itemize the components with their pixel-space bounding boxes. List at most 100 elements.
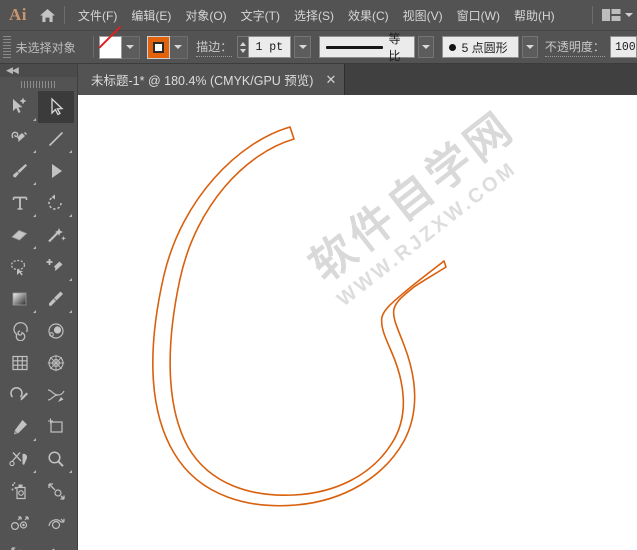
fill-swatch-group — [98, 35, 140, 59]
stroke-dropdown-button[interactable] — [169, 35, 188, 59]
tool-pencil[interactable] — [2, 411, 38, 443]
tool-add-anchor-point[interactable] — [38, 251, 74, 283]
menu-items: 文件(F) 编辑(E) 对象(O) 文字(T) 选择(S) 效果(C) 视图(V… — [71, 3, 562, 28]
close-icon[interactable]: ✕ — [325, 73, 336, 86]
brush-definition-dropdown-button[interactable] — [521, 36, 539, 58]
toolpanel-header[interactable]: ◀◀ — [0, 64, 78, 77]
tool-spiral[interactable] — [2, 315, 38, 347]
stroke-weight-dropdown-button[interactable] — [294, 36, 311, 58]
tool-flyout-indicator — [33, 150, 36, 153]
menu-view[interactable]: 视图(V) — [396, 3, 450, 28]
tool-flyout-indicator — [33, 246, 36, 249]
round-brush-icon — [448, 43, 456, 51]
stroke-profile-dropdown-button[interactable] — [417, 36, 434, 58]
chevron-down-icon — [525, 45, 534, 49]
horseshoe-outline-path — [152, 126, 447, 507]
tool-eyedropper[interactable] — [38, 283, 74, 315]
tool-slice[interactable] — [38, 411, 74, 443]
control-divider-1 — [93, 36, 94, 58]
document-tab-title: 未标题-1* @ 180.4% (CMYK/GPU 预览) — [91, 74, 314, 88]
stroke-profile-value: 等比 — [388, 32, 401, 63]
tool-gradient[interactable] — [2, 283, 38, 315]
fill-dropdown-button[interactable] — [121, 35, 140, 59]
tool-scissors[interactable] — [2, 443, 38, 475]
menu-edit[interactable]: 编辑(E) — [124, 3, 178, 28]
menu-effect[interactable]: 效果(C) — [341, 3, 396, 28]
collapse-panel-icon[interactable]: ◀◀ — [6, 66, 19, 75]
tool-pen[interactable] — [2, 123, 38, 155]
menu-type[interactable]: 文字(T) — [234, 3, 287, 28]
tool-shape-builder[interactable] — [38, 155, 74, 187]
tool-width[interactable] — [38, 379, 74, 411]
tool-direct-selection[interactable] — [38, 91, 74, 123]
menu-window[interactable]: 窗口(W) — [450, 3, 507, 28]
stepper-down-icon — [240, 48, 247, 53]
selection-status-label: 未选择对象 — [15, 40, 76, 55]
tool-selection[interactable] — [2, 91, 38, 123]
document-tab[interactable]: 未标题-1* @ 180.4% (CMYK/GPU 预览) ✕ — [78, 64, 346, 95]
stroke-profile-field[interactable]: 等比 — [318, 32, 415, 63]
tool-live-paint-bucket[interactable] — [38, 539, 74, 550]
document-tab-bar: 未标题-1* @ 180.4% (CMYK/GPU 预览) ✕ — [78, 64, 637, 95]
menu-bar: Ai 文件(F) 编辑(E) 对象(O) 文字(T) 选择(S) 效果(C) 视… — [0, 0, 637, 30]
chevron-down-icon — [126, 45, 135, 49]
toolpanel-grip[interactable] — [0, 77, 78, 91]
tool-line-segment[interactable] — [38, 123, 74, 155]
tool-curvature[interactable] — [2, 379, 38, 411]
tool-grid — [2, 91, 74, 550]
tool-flyout-indicator — [69, 310, 72, 313]
tool-flyout-indicator — [33, 470, 36, 473]
menubar-right-divider — [592, 6, 593, 24]
chevron-down-icon — [421, 45, 430, 49]
tool-flyout-indicator — [33, 214, 36, 217]
tool-eraser[interactable] — [2, 219, 38, 251]
tool-magic-wand[interactable] — [38, 219, 74, 251]
tool-rectangular-grid[interactable] — [2, 347, 38, 379]
vector-artwork — [152, 126, 447, 507]
stroke-swatch-group — [146, 35, 188, 59]
control-bar-grip[interactable] — [3, 36, 11, 58]
chevron-down-icon — [174, 45, 183, 49]
workspace-switcher-icon[interactable] — [602, 8, 622, 22]
tool-reshape[interactable] — [2, 539, 38, 550]
fill-swatch[interactable] — [98, 35, 122, 59]
illustrator-window: Ai 文件(F) 编辑(E) 对象(O) 文字(T) 选择(S) 效果(C) 视… — [0, 0, 637, 550]
artboard-canvas[interactable]: 软件自学网 WWW.RJZXW.COM — [78, 95, 637, 550]
tool-flyout-indicator — [69, 470, 72, 473]
stroke-weight-stepper[interactable] — [237, 36, 249, 58]
tool-scale[interactable] — [38, 475, 74, 507]
opacity-label[interactable]: 不透明度： — [544, 38, 605, 57]
tool-flyout-indicator — [33, 182, 36, 185]
menu-help[interactable]: 帮助(H) — [507, 3, 562, 28]
tool-paintbrush[interactable] — [2, 155, 38, 187]
ai-logo: Ai — [9, 5, 27, 24]
brush-definition-field[interactable]: 5 点圆形 — [441, 36, 519, 58]
stroke-weight-label[interactable]: 描边： — [196, 38, 233, 57]
menu-select[interactable]: 选择(S) — [287, 3, 341, 28]
stroke-weight-input[interactable]: 1 pt — [248, 36, 292, 58]
tool-symbol-sprayer[interactable] — [2, 475, 38, 507]
stepper-up-icon — [240, 41, 247, 46]
stroke-swatch[interactable] — [146, 35, 170, 59]
tool-rotate[interactable] — [38, 187, 74, 219]
chevron-down-icon — [298, 45, 307, 49]
opacity-input[interactable]: 100 — [609, 36, 637, 58]
tool-flyout-indicator — [33, 118, 36, 121]
tool-flyout-indicator — [69, 278, 72, 281]
brush-definition-value: 5 点圆形 — [461, 40, 508, 55]
control-bar: 未选择对象 描边： 1 pt 等比 5 点圆形 不透明度： 100 — [0, 30, 637, 64]
tool-lasso[interactable] — [2, 251, 38, 283]
tool-free-transform[interactable] — [38, 507, 74, 539]
tool-flyout-indicator — [33, 310, 36, 313]
tool-blend[interactable] — [2, 507, 38, 539]
tool-blob-brush[interactable] — [38, 315, 74, 347]
menubar-right-group — [590, 0, 633, 30]
menu-file[interactable]: 文件(F) — [71, 3, 124, 28]
chevron-down-icon[interactable] — [625, 13, 633, 17]
home-icon[interactable] — [32, 8, 62, 23]
tool-type[interactable] — [2, 187, 38, 219]
tool-flare[interactable] — [38, 347, 74, 379]
menu-object[interactable]: 对象(O) — [178, 3, 233, 28]
tools-panel: ◀◀ — [0, 64, 78, 550]
tool-zoom[interactable] — [38, 443, 74, 475]
